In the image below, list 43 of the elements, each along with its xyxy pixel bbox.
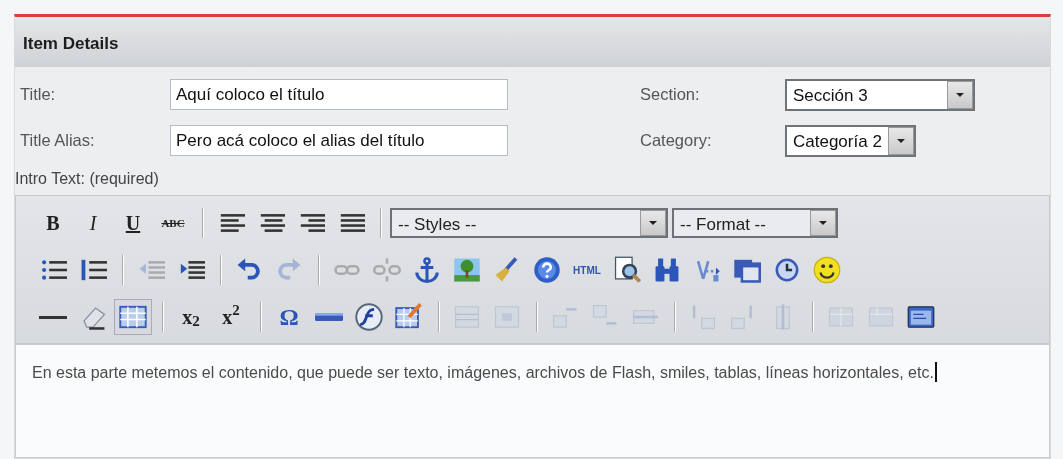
toolbar-button[interactable]: Ω [270, 299, 308, 335]
preview-icon [613, 256, 641, 284]
dropdown[interactable]: -- Format -- [672, 208, 838, 238]
toolbar-button[interactable] [114, 299, 152, 335]
unlink-icon [373, 256, 401, 284]
editor-text: En esta parte metemos el contenido, que puede ser texto, imágenes, archivos de Flash, smiles, tablas, líneas horizontales, etc. [32, 363, 937, 381]
field-label: Title Alias: [20, 130, 96, 152]
image-icon [453, 256, 481, 284]
row-properties-icon [453, 303, 481, 331]
clock-icon [773, 256, 801, 284]
editor-area[interactable]: En esta parte metemos el contenido, que puede ser texto, imágenes, archivos de Flash, smiles, tablas, líneas horizontales, etc. [15, 343, 1050, 458]
horizontal-bar-icon [315, 313, 343, 321]
table-edit-icon [395, 303, 423, 331]
toolbar-button[interactable]: B [34, 205, 72, 241]
toolbar-button[interactable]: x$^{2}$ [212, 299, 250, 335]
toolbar-button[interactable]: U [114, 205, 152, 241]
toolbar-button[interactable]: ABC [154, 205, 192, 241]
dropdown[interactable]: -- Styles -- [390, 208, 668, 238]
cell-properties-icon [493, 303, 521, 331]
dropdown[interactable]: Categoría 2 [785, 124, 916, 157]
caret-icon [895, 137, 906, 144]
field-label: Intro Text: (required) [15, 168, 160, 189]
flash-icon [355, 303, 383, 331]
dropdown[interactable]: Sección 3 [785, 78, 975, 111]
toolbar-button[interactable]: x$_{2}$ [172, 299, 210, 335]
panel-icon [907, 303, 935, 331]
horizontal-line-icon [39, 315, 67, 319]
anchor-icon [413, 256, 441, 284]
field-label: Category: [640, 130, 713, 152]
text-field[interactable]: Aquí coloco el título [170, 78, 508, 111]
toolbar-button[interactable]: I [74, 205, 112, 241]
smiley-icon [813, 256, 841, 284]
field-label: Title: [20, 84, 57, 106]
text-field[interactable]: Pero acá coloco el alias del título [170, 124, 508, 157]
caret-icon [818, 220, 828, 226]
table-icon [119, 303, 147, 331]
caret-icon [648, 220, 658, 226]
help-icon [533, 256, 561, 284]
caret-icon [955, 91, 965, 98]
field-label: Section: [640, 84, 701, 106]
panel-title: Item Details [15, 17, 1050, 67]
binoculars-icon [653, 256, 681, 284]
toolbar-button[interactable]: HTML [568, 252, 606, 288]
